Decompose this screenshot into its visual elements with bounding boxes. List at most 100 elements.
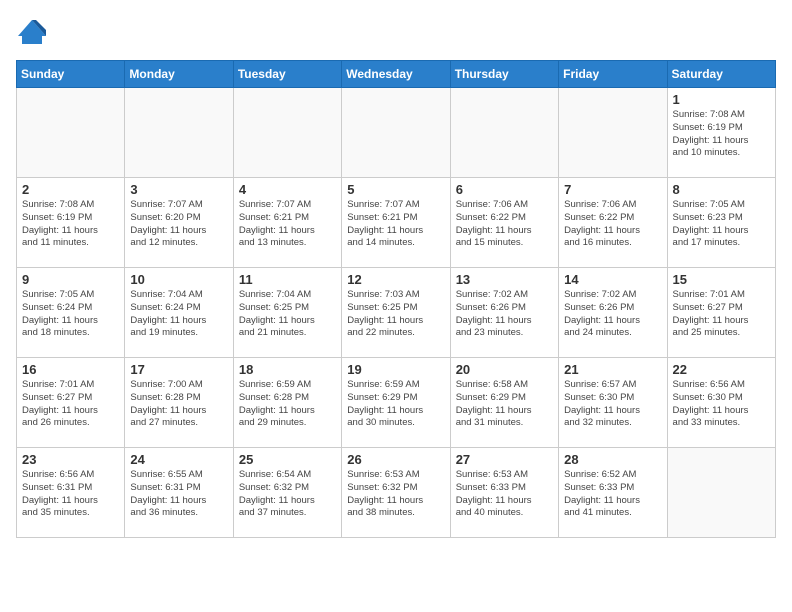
day-info: Sunrise: 7:05 AM Sunset: 6:23 PM Dayligh… <box>673 199 770 250</box>
weekday-header-friday: Friday <box>559 61 667 88</box>
day-number: 4 <box>239 182 336 197</box>
day-info: Sunrise: 7:06 AM Sunset: 6:22 PM Dayligh… <box>564 199 661 250</box>
calendar-cell: 6 Sunrise: 7:06 AM Sunset: 6:22 PM Daylig… <box>450 178 558 268</box>
calendar-cell <box>17 88 125 178</box>
calendar-cell: 26 Sunrise: 6:53 AM Sunset: 6:32 PM Dayli… <box>342 448 450 538</box>
day-number: 5 <box>347 182 444 197</box>
day-number: 16 <box>22 362 119 377</box>
calendar-cell: 28 Sunrise: 6:52 AM Sunset: 6:33 PM Dayli… <box>559 448 667 538</box>
calendar-cell: 3 Sunrise: 7:07 AM Sunset: 6:20 PM Daylig… <box>125 178 233 268</box>
day-info: Sunrise: 7:06 AM Sunset: 6:22 PM Dayligh… <box>456 199 553 250</box>
calendar-cell: 4Sunrise: 7:07 AM Sunset: 6:21 PM Daylig… <box>233 178 341 268</box>
day-number: 23 <box>22 452 119 467</box>
day-number: 18 <box>239 362 336 377</box>
calendar-week-row: 16 Sunrise: 7:01 AM Sunset: 6:27 PM Dayli… <box>17 358 776 448</box>
calendar-cell: 1 Sunrise: 7:08 AM Sunset: 6:19 PM Daylig… <box>667 88 775 178</box>
day-info: Sunrise: 7:01 AM Sunset: 6:27 PM Dayligh… <box>673 289 770 340</box>
logo <box>16 16 52 48</box>
calendar-cell: 20Sunrise: 6:58 AM Sunset: 6:29 PM Dayli… <box>450 358 558 448</box>
calendar-cell: 14 Sunrise: 7:02 AM Sunset: 6:26 PM Dayli… <box>559 268 667 358</box>
weekday-header-sunday: Sunday <box>17 61 125 88</box>
calendar-cell <box>125 88 233 178</box>
calendar-cell: 25 Sunrise: 6:54 AM Sunset: 6:32 PM Dayli… <box>233 448 341 538</box>
calendar-cell: 21 Sunrise: 6:57 AM Sunset: 6:30 PM Dayli… <box>559 358 667 448</box>
page-header <box>16 16 776 48</box>
day-info: Sunrise: 7:08 AM Sunset: 6:19 PM Dayligh… <box>673 109 770 160</box>
day-number: 2 <box>22 182 119 197</box>
calendar-cell <box>559 88 667 178</box>
day-number: 14 <box>564 272 661 287</box>
calendar-cell <box>667 448 775 538</box>
calendar-cell: 9 Sunrise: 7:05 AM Sunset: 6:24 PM Daylig… <box>17 268 125 358</box>
day-number: 24 <box>130 452 227 467</box>
logo-icon <box>16 16 48 48</box>
calendar-cell: 2Sunrise: 7:08 AM Sunset: 6:19 PM Daylig… <box>17 178 125 268</box>
calendar-cell: 10Sunrise: 7:04 AM Sunset: 6:24 PM Dayli… <box>125 268 233 358</box>
weekday-header-wednesday: Wednesday <box>342 61 450 88</box>
day-info: Sunrise: 6:52 AM Sunset: 6:33 PM Dayligh… <box>564 469 661 520</box>
calendar-week-row: 23 Sunrise: 6:56 AM Sunset: 6:31 PM Dayli… <box>17 448 776 538</box>
day-number: 22 <box>673 362 770 377</box>
day-number: 26 <box>347 452 444 467</box>
day-number: 10 <box>130 272 227 287</box>
calendar-cell: 17 Sunrise: 7:00 AM Sunset: 6:28 PM Dayli… <box>125 358 233 448</box>
day-info: Sunrise: 6:54 AM Sunset: 6:32 PM Dayligh… <box>239 469 336 520</box>
day-number: 28 <box>564 452 661 467</box>
calendar-cell <box>342 88 450 178</box>
calendar-cell: 24 Sunrise: 6:55 AM Sunset: 6:31 PM Dayli… <box>125 448 233 538</box>
weekday-header-monday: Monday <box>125 61 233 88</box>
calendar-cell: 16 Sunrise: 7:01 AM Sunset: 6:27 PM Dayli… <box>17 358 125 448</box>
day-number: 19 <box>347 362 444 377</box>
day-number: 1 <box>673 92 770 107</box>
weekday-header-saturday: Saturday <box>667 61 775 88</box>
day-info: Sunrise: 6:53 AM Sunset: 6:32 PM Dayligh… <box>347 469 444 520</box>
calendar-cell: 15 Sunrise: 7:01 AM Sunset: 6:27 PM Dayli… <box>667 268 775 358</box>
calendar-cell: 12 Sunrise: 7:03 AM Sunset: 6:25 PM Dayli… <box>342 268 450 358</box>
day-number: 20 <box>456 362 553 377</box>
day-number: 3 <box>130 182 227 197</box>
day-number: 25 <box>239 452 336 467</box>
weekday-header-row: SundayMondayTuesdayWednesdayThursdayFrid… <box>17 61 776 88</box>
day-info: Sunrise: 7:03 AM Sunset: 6:25 PM Dayligh… <box>347 289 444 340</box>
day-number: 11 <box>239 272 336 287</box>
calendar-week-row: 9 Sunrise: 7:05 AM Sunset: 6:24 PM Daylig… <box>17 268 776 358</box>
calendar-cell: 5 Sunrise: 7:07 AM Sunset: 6:21 PM Daylig… <box>342 178 450 268</box>
calendar-cell: 27 Sunrise: 6:53 AM Sunset: 6:33 PM Dayli… <box>450 448 558 538</box>
calendar-cell: 8 Sunrise: 7:05 AM Sunset: 6:23 PM Daylig… <box>667 178 775 268</box>
day-number: 17 <box>130 362 227 377</box>
calendar-week-row: 2Sunrise: 7:08 AM Sunset: 6:19 PM Daylig… <box>17 178 776 268</box>
calendar-cell <box>233 88 341 178</box>
day-info: Sunrise: 7:01 AM Sunset: 6:27 PM Dayligh… <box>22 379 119 430</box>
day-info: Sunrise: 6:59 AM Sunset: 6:29 PM Dayligh… <box>347 379 444 430</box>
day-info: Sunrise: 7:04 AM Sunset: 6:25 PM Dayligh… <box>239 289 336 340</box>
day-info: Sunrise: 6:55 AM Sunset: 6:31 PM Dayligh… <box>130 469 227 520</box>
day-number: 12 <box>347 272 444 287</box>
day-info: Sunrise: 7:02 AM Sunset: 6:26 PM Dayligh… <box>564 289 661 340</box>
day-info: Sunrise: 7:05 AM Sunset: 6:24 PM Dayligh… <box>22 289 119 340</box>
day-number: 6 <box>456 182 553 197</box>
day-number: 13 <box>456 272 553 287</box>
calendar-cell: 23 Sunrise: 6:56 AM Sunset: 6:31 PM Dayli… <box>17 448 125 538</box>
day-number: 9 <box>22 272 119 287</box>
day-info: Sunrise: 7:02 AM Sunset: 6:26 PM Dayligh… <box>456 289 553 340</box>
calendar-cell: 22 Sunrise: 6:56 AM Sunset: 6:30 PM Dayli… <box>667 358 775 448</box>
day-info: Sunrise: 6:57 AM Sunset: 6:30 PM Dayligh… <box>564 379 661 430</box>
day-info: Sunrise: 7:07 AM Sunset: 6:21 PM Dayligh… <box>347 199 444 250</box>
calendar-cell <box>450 88 558 178</box>
day-info: Sunrise: 7:00 AM Sunset: 6:28 PM Dayligh… <box>130 379 227 430</box>
day-number: 27 <box>456 452 553 467</box>
calendar-cell: 19 Sunrise: 6:59 AM Sunset: 6:29 PM Dayli… <box>342 358 450 448</box>
calendar-cell: 18 Sunrise: 6:59 AM Sunset: 6:28 PM Dayli… <box>233 358 341 448</box>
day-info: Sunrise: 7:07 AM Sunset: 6:20 PM Dayligh… <box>130 199 227 250</box>
calendar-table: SundayMondayTuesdayWednesdayThursdayFrid… <box>16 60 776 538</box>
day-number: 15 <box>673 272 770 287</box>
calendar-cell: 13 Sunrise: 7:02 AM Sunset: 6:26 PM Dayli… <box>450 268 558 358</box>
day-number: 8 <box>673 182 770 197</box>
weekday-header-tuesday: Tuesday <box>233 61 341 88</box>
day-number: 21 <box>564 362 661 377</box>
day-info: Sunrise: 6:56 AM Sunset: 6:30 PM Dayligh… <box>673 379 770 430</box>
day-info: Sunrise: 6:53 AM Sunset: 6:33 PM Dayligh… <box>456 469 553 520</box>
day-number: 7 <box>564 182 661 197</box>
day-info: Sunrise: 6:59 AM Sunset: 6:28 PM Dayligh… <box>239 379 336 430</box>
day-info: Sunrise: 6:56 AM Sunset: 6:31 PM Dayligh… <box>22 469 119 520</box>
